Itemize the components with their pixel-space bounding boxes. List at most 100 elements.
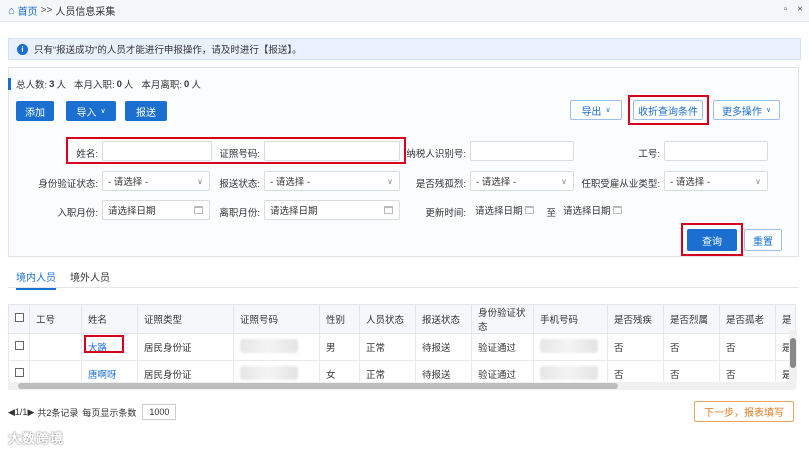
add-button[interactable]: 添加 <box>16 101 54 121</box>
breadcrumb-home[interactable]: 首页 <box>18 3 38 18</box>
tab-overseas[interactable]: 境外人员 <box>70 269 110 284</box>
disabled-label: 是否残孤烈: <box>415 179 466 190</box>
stats-summary: 总人数: 3 人 本月入职: 0 人 本月离职: 0 人 <box>8 77 201 91</box>
notice-text: 只有“报送成功”的人员才能进行申报操作，请及时进行【报送】。 <box>34 45 302 56</box>
cell-idno <box>233 333 320 361</box>
out-label: 本月离职: <box>141 80 183 91</box>
col-header[interactable]: 性别 <box>319 304 360 334</box>
import-button[interactable]: 导入 ∨ <box>66 101 116 121</box>
per-page-input[interactable]: 1000 <box>142 404 177 420</box>
vertical-scrollbar[interactable] <box>789 330 797 382</box>
table-header: 工号 姓名 证照类型 证照号码 性别 人员状态 报送状态 身份验证状态 手机号码… <box>8 304 796 334</box>
export-button[interactable]: 导出 ∨ <box>570 100 622 120</box>
col-header[interactable]: 工号 <box>29 304 82 334</box>
col-header[interactable]: 是否孤老 <box>719 304 776 334</box>
chevron-down-icon: ∨ <box>765 107 772 114</box>
cell-disabled: 否 <box>607 333 664 361</box>
col-header[interactable]: 身份验证状态 <box>471 304 534 334</box>
stats-accent-bar <box>8 78 11 90</box>
next-step-button[interactable]: 下一步，报表填写 <box>694 401 794 422</box>
page-indicator: 1/1 <box>14 407 28 417</box>
breadcrumb-separator: >> <box>40 5 53 16</box>
cell-martyr: 否 <box>663 333 720 361</box>
col-header[interactable]: 证照号码 <box>233 304 320 334</box>
taxid-label: 纳税人识别号: <box>406 149 466 160</box>
hire-month-input[interactable]: 请选择日期 <box>102 200 210 220</box>
chevron-down-icon: ∨ <box>100 108 106 115</box>
total-label: 总人数: <box>16 80 48 91</box>
verify-status-select[interactable]: - 请选择 - ∨ <box>102 171 210 191</box>
cell-elderly: 否 <box>719 333 776 361</box>
submit-button[interactable]: 报送 <box>125 101 167 121</box>
chevron-down-icon: ∨ <box>755 176 761 186</box>
redacted-phone <box>540 338 598 353</box>
cell-empno <box>29 333 82 361</box>
employee-no-label: 工号: <box>638 149 660 160</box>
person-table: 工号 姓名 证照类型 证照号码 性别 人员状态 报送状态 身份验证状态 手机号码… <box>8 304 796 388</box>
update-range-sep: 至 <box>546 208 556 219</box>
home-icon[interactable]: ⌂ <box>8 5 15 17</box>
table-row[interactable]: 大路 居民身份证 男 正常 待报送 验证通过 否 否 否 是 <box>8 333 796 361</box>
leave-month-label: 离职月份: <box>219 208 260 219</box>
employment-type-select[interactable]: - 请选择 - ∨ <box>664 171 768 191</box>
name-link[interactable]: 唐啊呀 <box>88 370 117 381</box>
chevron-down-icon: ∨ <box>387 176 393 186</box>
cell-phone <box>533 333 608 361</box>
col-header[interactable]: 是否残疾 <box>607 304 664 334</box>
redacted-phone <box>540 365 598 380</box>
calendar-icon <box>525 206 534 214</box>
cell-idtype: 居民身份证 <box>137 333 234 361</box>
chevron-down-icon: ∨ <box>605 107 611 114</box>
restore-icon[interactable]: ▫ <box>784 4 788 15</box>
total-unit: 人 <box>56 80 66 91</box>
highlight-collapse <box>628 95 709 125</box>
col-header[interactable]: 证照类型 <box>137 304 234 334</box>
next-page-icon[interactable]: ▶ <box>27 407 34 418</box>
row-checkbox[interactable] <box>8 333 30 361</box>
prev-page-icon[interactable]: ◀ <box>8 407 15 418</box>
highlight-name-id <box>66 137 406 164</box>
submit-status-select[interactable]: - 请选择 - ∨ <box>264 171 400 191</box>
in-label: 本月入职: <box>73 80 115 91</box>
total-value: 3 <box>49 78 55 90</box>
out-unit: 人 <box>191 80 201 91</box>
cell-verify: 验证通过 <box>471 333 534 361</box>
hire-month-label: 入职月份: <box>57 208 98 219</box>
cell-gender: 男 <box>319 333 360 361</box>
breadcrumb-current: 人员信息采集 <box>55 7 116 18</box>
calendar-icon <box>613 206 622 214</box>
col-header[interactable]: 人员状态 <box>359 304 416 334</box>
employee-no-input[interactable] <box>664 141 768 161</box>
verify-status-label: 身份验证状态: <box>38 179 98 190</box>
update-time-label: 更新时间: <box>425 208 466 219</box>
cell-submit: 待报送 <box>415 333 472 361</box>
redacted-id <box>240 365 298 380</box>
update-from-input[interactable]: 请选择日期 <box>470 200 540 220</box>
col-header[interactable]: 手机号码 <box>533 304 608 334</box>
employment-type-label: 任职受雇从业类型: <box>581 179 660 190</box>
pagination: ◀ 1/1 ▶ 共2条记录 每页显示条数 1000 <box>8 404 177 420</box>
close-icon[interactable]: × <box>797 4 803 15</box>
col-header[interactable]: 是否烈属 <box>663 304 720 334</box>
chevron-down-icon: ∨ <box>197 176 203 186</box>
col-header[interactable]: 报送状态 <box>415 304 472 334</box>
per-page-label: 每页显示条数 <box>82 407 137 418</box>
more-actions-button[interactable]: 更多操作 ∨ <box>713 100 780 120</box>
in-value: 0 <box>116 78 122 90</box>
select-all-checkbox[interactable] <box>8 304 30 334</box>
highlight-query <box>681 223 743 256</box>
disabled-select[interactable]: - 请选择 - ∨ <box>470 171 574 191</box>
submit-status-label: 报送状态: <box>219 179 260 190</box>
person-tabs: 境内人员 境外人员 <box>8 266 799 290</box>
col-header[interactable]: 姓名 <box>81 304 138 334</box>
horizontal-scrollbar[interactable] <box>8 382 795 390</box>
highlight-name-cell <box>84 335 124 353</box>
taxid-input[interactable] <box>470 141 574 161</box>
cell-status: 正常 <box>359 333 416 361</box>
watermark-logo: 大数跨境 <box>8 431 65 446</box>
update-to-input[interactable]: 请选择日期 <box>558 200 628 220</box>
tab-domestic[interactable]: 境内人员 <box>16 269 56 290</box>
reset-button[interactable]: 重置 <box>744 229 782 251</box>
leave-month-input[interactable]: 请选择日期 <box>264 200 400 220</box>
info-notice: i 只有“报送成功”的人员才能进行申报操作，请及时进行【报送】。 <box>8 38 801 60</box>
